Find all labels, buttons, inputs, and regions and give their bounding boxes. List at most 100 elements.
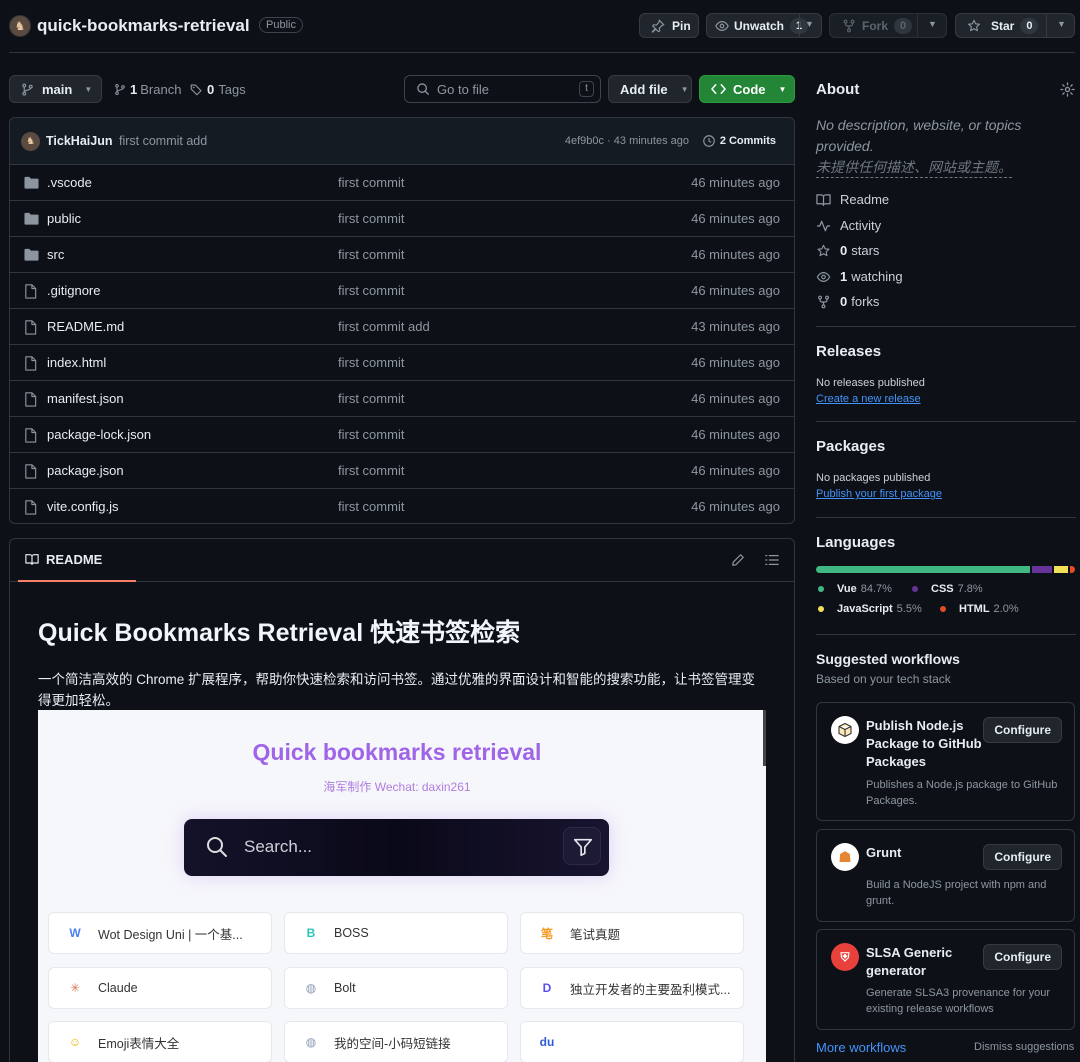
file-name[interactable]: src [47,247,64,262]
file-name[interactable]: .gitignore [47,283,100,298]
repo-avatar[interactable]: ♞ [9,15,31,37]
commit-author[interactable]: TickHaiJun [46,134,112,148]
stars-link[interactable]: 0 stars [816,243,879,258]
commits-label: Commits [728,135,776,147]
chevron-down-icon[interactable]: ▼ [805,19,814,29]
workflow-card-grunt: ☗ Grunt Build a NodeJS project with npm … [816,829,1075,922]
dismiss-suggestions-button[interactable]: Dismiss suggestions [974,1041,1074,1053]
code-button[interactable]: Code ▼ [699,75,795,103]
forks-count: 0 [840,294,848,309]
configure-button[interactable]: Configure [983,944,1062,970]
file-commit-message[interactable]: first commit [338,427,404,442]
star-button[interactable]: Star 0 ▼ [955,13,1075,38]
forks-link[interactable]: 0 forks [816,294,879,309]
language-item[interactable]: JavaScript 5.5% [818,603,922,615]
commit-message[interactable]: first commit add [119,134,207,148]
chevron-down-icon[interactable]: ▼ [1057,19,1066,29]
file-name[interactable]: index.html [47,355,106,370]
publish-package-link[interactable]: Publish your first package [816,488,942,500]
watching-link[interactable]: 1 watching [816,269,903,284]
file-row[interactable]: package-lock.json first commit 46 minutes … [10,416,794,452]
chevron-down-icon[interactable]: ▼ [928,19,937,29]
bookmark-card: du [520,1021,744,1062]
file-commit-message[interactable]: first commit [338,175,404,190]
goto-file-input[interactable]: Go to file t [404,75,601,103]
file-commit-message[interactable]: first commit [338,391,404,406]
branches-link[interactable]: 1 Branch [114,82,181,97]
bookmark-title: 笔试真题 [570,927,621,942]
readme-title: Quick Bookmarks Retrieval 快速书签检索 [38,619,521,647]
pencil-icon[interactable] [731,553,745,567]
tab-readme[interactable]: README [18,539,136,582]
readme-screenshot: Quick bookmarks retrieval 海军制作 Wechat: d… [38,710,766,1062]
file-row[interactable]: public first commit 46 minutes ago [10,200,794,236]
bookmark-title: 我的空间-小码短链接 [334,1036,451,1051]
screenshot-subtitle: 海军制作 Wechat: daxin261 [323,780,471,794]
activity-link-label: Activity [840,218,882,233]
shortcut-key: t [579,81,594,97]
bookmark-favicon-icon: ◍ [305,1035,317,1049]
file-row[interactable]: package.json first commit 46 minutes ago [10,452,794,488]
language-bar-segment [1032,566,1053,573]
releases-none: No releases published [816,377,925,389]
file-commit-message[interactable]: first commit [338,247,404,262]
outline-list-icon[interactable] [765,554,779,566]
fork-button[interactable]: Fork 0 ▼ [829,13,947,38]
file-commit-message[interactable]: first commit [338,211,404,226]
readme-link[interactable]: Readme [816,192,889,207]
file-commit-message[interactable]: first commit [338,355,404,370]
file-row[interactable]: .vscode first commit 46 minutes ago [10,164,794,200]
file-name[interactable]: vite.config.js [47,499,119,514]
language-item[interactable]: HTML 2.0% [940,603,1019,615]
file-commit-message[interactable]: first commit [338,283,404,298]
bookmark-favicon-icon: ✳ [69,981,81,995]
branch-selector[interactable]: main ▼ [9,75,102,103]
pin-button[interactable]: Pin [639,13,699,38]
workflows-heading: Suggested workflows [816,651,960,667]
file-commit-message[interactable]: first commit add [338,319,430,334]
pin-label: Pin [672,18,691,33]
repo-name[interactable]: quick-bookmarks-retrieval [37,16,250,36]
file-name[interactable]: README.md [47,319,124,334]
book-icon [25,554,39,566]
configure-button[interactable]: Configure [983,717,1062,743]
file-icon [25,320,37,335]
tags-link[interactable]: 0 Tags [190,82,246,97]
star-icon [968,19,980,31]
file-name[interactable]: public [47,211,81,226]
add-file-button[interactable]: Add file ▼ [608,75,692,103]
workflow-card-slsa: ⛨ SLSA Generic generator Generate SLSA3 … [816,929,1075,1030]
author-avatar[interactable]: ♞ [21,132,40,151]
language-percent: 84.7% [860,583,892,595]
file-row[interactable]: vite.config.js first commit 46 minutes ago [10,488,794,524]
language-item[interactable]: CSS 7.8% [912,583,983,595]
file-row[interactable]: manifest.json first commit 46 minutes ago [10,380,794,416]
unwatch-button[interactable]: Unwatch 1 ▼ [706,13,822,38]
file-name[interactable]: package.json [47,463,124,478]
fork-label: Fork [862,18,889,33]
commits-link[interactable]: 2 Commits [702,134,776,148]
file-commit-message[interactable]: first commit [338,463,404,478]
more-workflows-link[interactable]: More workflows [816,1040,906,1055]
packages-heading[interactable]: Packages [816,438,885,455]
gear-icon[interactable] [1060,82,1075,97]
commit-hash-time[interactable]: 4ef9b0c · 43 minutes ago [565,135,689,147]
file-row[interactable]: .gitignore first commit 46 minutes ago [10,272,794,308]
file-name[interactable]: manifest.json [47,391,124,406]
activity-link[interactable]: Activity [816,218,881,233]
file-commit-message[interactable]: first commit [338,499,404,514]
file-icon [25,464,37,479]
file-row[interactable]: index.html first commit 46 minutes ago [10,344,794,380]
bookmark-favicon-icon: B [306,926,316,940]
create-release-link[interactable]: Create a new release [816,393,921,405]
file-row[interactable]: src first commit 46 minutes ago [10,236,794,272]
language-item[interactable]: Vue 84.7% [818,583,892,595]
configure-button[interactable]: Configure [983,844,1062,870]
file-row[interactable]: README.md first commit add 43 minutes ago [10,308,794,344]
pulse-icon [816,220,831,231]
file-name[interactable]: .vscode [47,175,92,190]
releases-heading[interactable]: Releases [816,343,881,360]
bookmark-title: Bolt [334,981,356,995]
workflow-card-nodejs: Publish Node.js Package to GitHub Packag… [816,702,1075,821]
file-name[interactable]: package-lock.json [47,427,151,442]
